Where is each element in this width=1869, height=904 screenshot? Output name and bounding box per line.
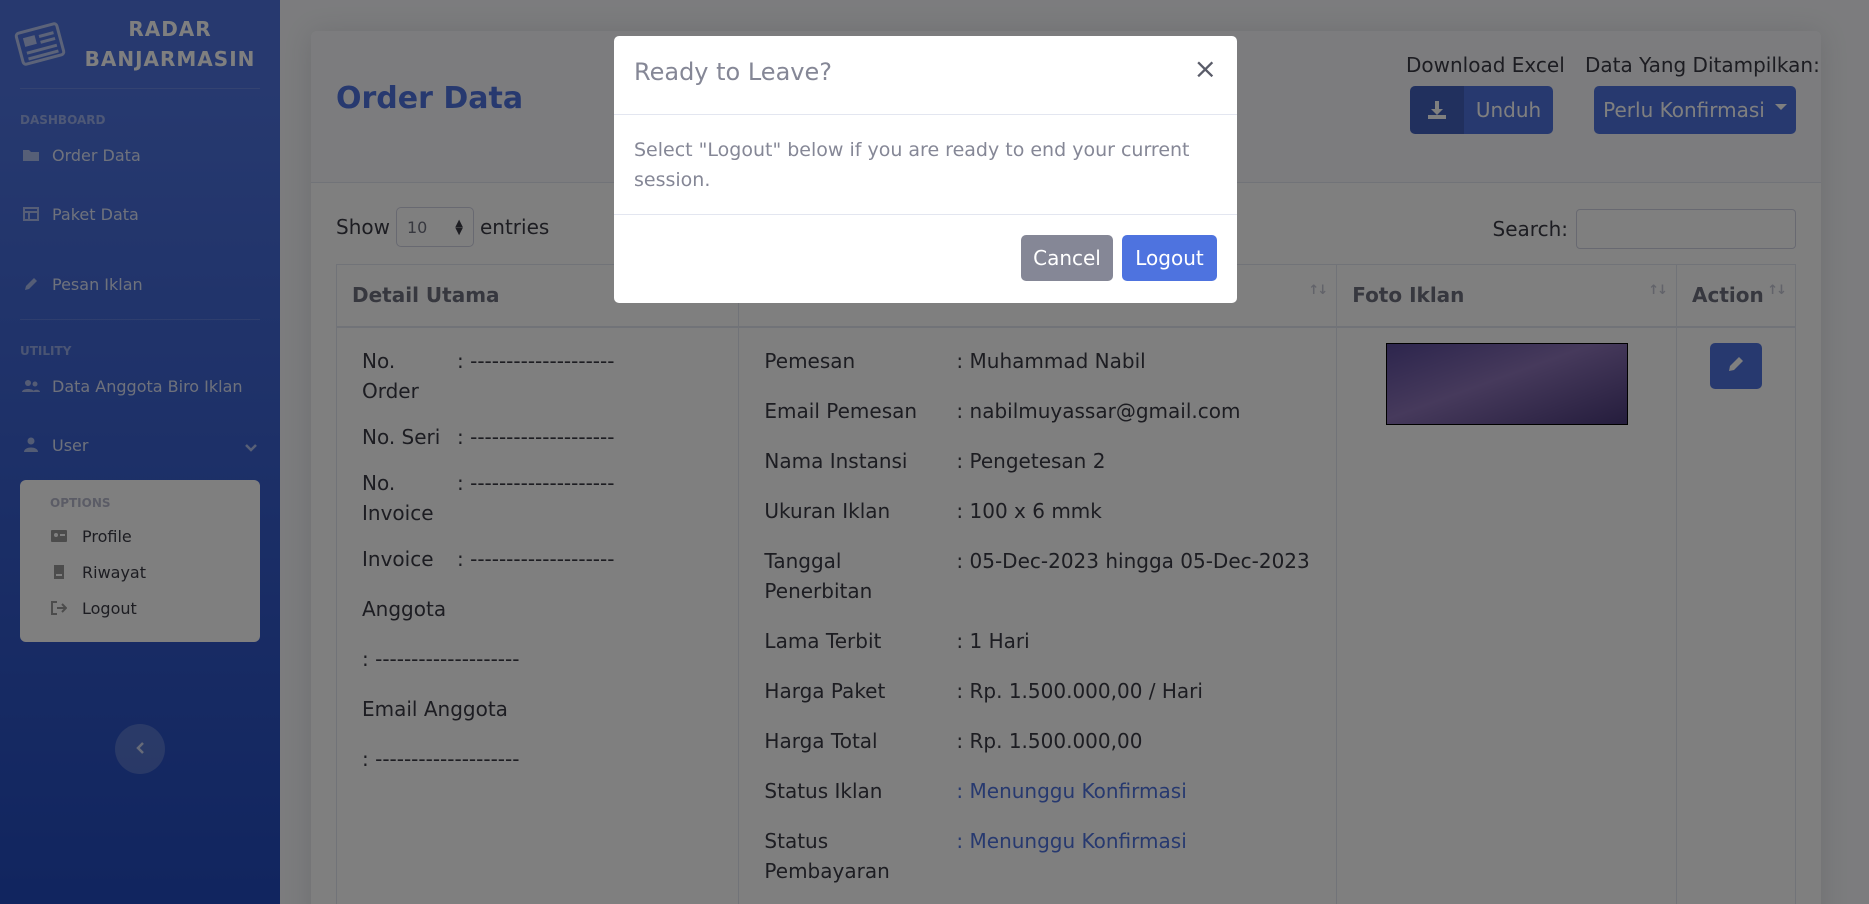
logout-modal: Ready to Leave? × Select "Logout" below … <box>614 36 1237 303</box>
modal-header: Ready to Leave? × <box>614 36 1237 115</box>
cancel-button[interactable]: Cancel <box>1021 235 1113 281</box>
close-icon[interactable]: × <box>1194 54 1217 84</box>
modal-footer: Cancel Logout <box>614 215 1237 302</box>
modal-body: Select "Logout" below if you are ready t… <box>614 115 1237 215</box>
modal-title: Ready to Leave? <box>634 58 832 86</box>
logout-button[interactable]: Logout <box>1122 235 1217 281</box>
